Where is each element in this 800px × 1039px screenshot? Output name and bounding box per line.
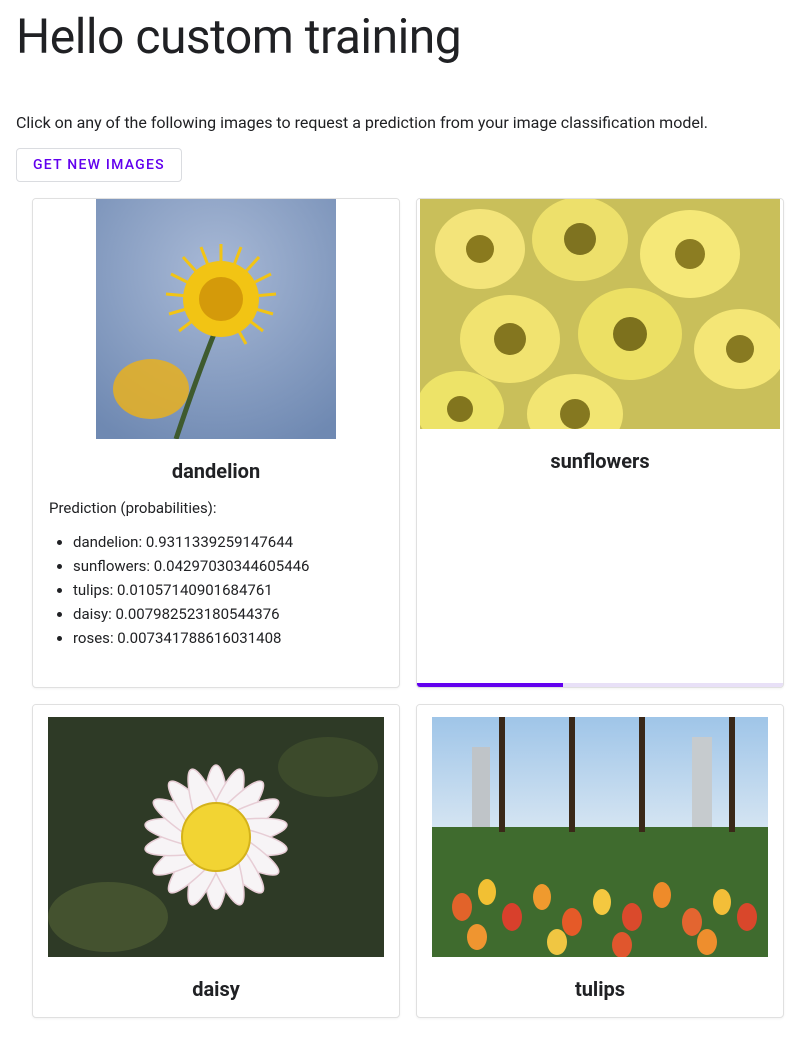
image-card-daisy[interactable]: daisy	[32, 704, 400, 1018]
card-label: daisy	[33, 957, 399, 1017]
prediction-block: Prediction (probabilities): dandelion: 0…	[33, 499, 399, 673]
prediction-item: sunflowers: 0.04297030344605446	[73, 557, 383, 575]
card-label: dandelion	[33, 439, 399, 499]
tulips-image	[432, 717, 768, 957]
card-image-wrap	[417, 199, 783, 429]
image-grid: dandelion Prediction (probabilities): da…	[16, 198, 784, 1018]
page-subtitle: Click on any of the following images to …	[16, 113, 784, 132]
image-card-dandelion[interactable]: dandelion Prediction (probabilities): da…	[32, 198, 400, 688]
card-label: tulips	[417, 957, 783, 1017]
get-new-images-button[interactable]: Get New Images	[16, 148, 182, 182]
sunflowers-image	[420, 199, 780, 429]
page-title: Hello custom training	[16, 8, 784, 65]
prediction-list: dandelion: 0.9311339259147644 sunflowers…	[49, 533, 383, 647]
prediction-title: Prediction (probabilities):	[49, 499, 383, 517]
image-card-tulips[interactable]: tulips	[416, 704, 784, 1018]
card-image-wrap	[417, 705, 783, 957]
dandelion-image	[96, 199, 336, 439]
prediction-item: daisy: 0.007982523180544376	[73, 605, 383, 623]
prediction-item: dandelion: 0.9311339259147644	[73, 533, 383, 551]
card-image-wrap	[33, 705, 399, 957]
image-card-sunflowers[interactable]: sunflowers	[416, 198, 784, 688]
prediction-item: roses: 0.007341788616031408	[73, 629, 383, 647]
loading-progress-bar	[417, 683, 563, 687]
card-label: sunflowers	[417, 429, 783, 489]
prediction-item: tulips: 0.01057140901684761	[73, 581, 383, 599]
daisy-image	[48, 717, 384, 957]
card-image-wrap	[33, 199, 399, 439]
